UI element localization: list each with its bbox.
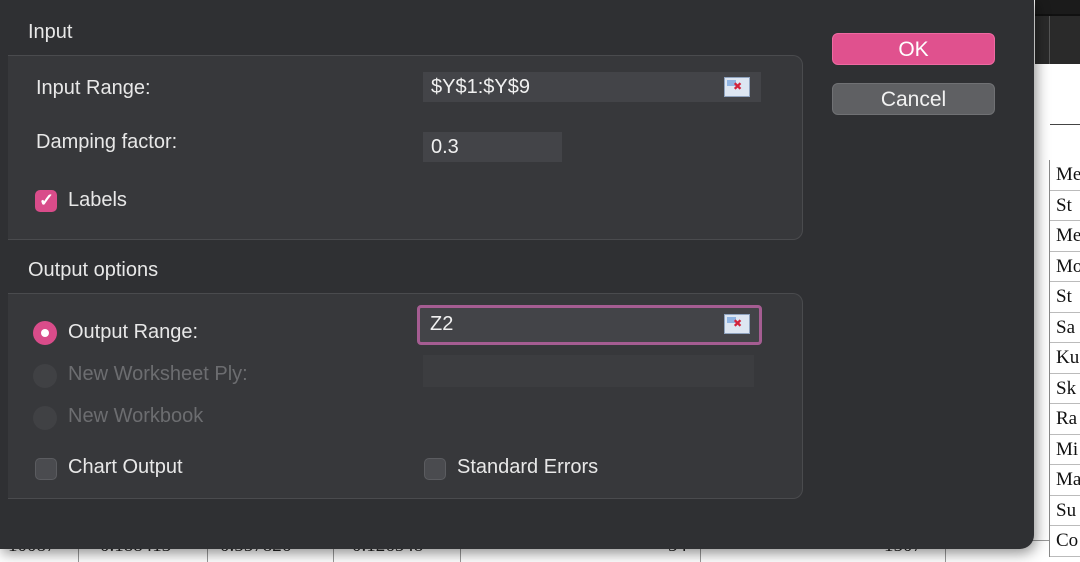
chart-output-label: Chart Output <box>68 456 183 478</box>
output-group: Output Range: Z2 New Worksheet Ply: New … <box>8 293 803 499</box>
standard-errors-label: Standard Errors <box>457 456 599 478</box>
sheet-toolbar-strip <box>1035 0 1080 14</box>
new-worksheet-radio[interactable] <box>33 364 57 388</box>
stat-cell[interactable]: Ma <box>1050 465 1080 496</box>
column-header <box>1035 14 1080 64</box>
output-range-label: Output Range: <box>68 321 199 343</box>
stat-cell[interactable]: St <box>1050 282 1080 313</box>
range-picker-icon[interactable] <box>724 314 750 334</box>
output-section-title: Output options <box>28 259 159 281</box>
stat-cell[interactable]: Me <box>1050 221 1080 252</box>
new-worksheet-label: New Worksheet Ply: <box>68 363 248 385</box>
stat-cell[interactable]: Me <box>1050 160 1080 191</box>
exponential-smoothing-dialog: Input Input Range: $Y$1:$Y$9 Damping fac… <box>0 0 1034 549</box>
stat-cell[interactable]: Ku <box>1050 343 1080 374</box>
stat-cell[interactable]: Sk <box>1050 374 1080 404</box>
damping-factor-value: 0.3 <box>431 136 459 158</box>
stat-cell[interactable]: Mi <box>1050 435 1080 465</box>
stat-cell[interactable]: Su <box>1050 496 1080 526</box>
ok-button[interactable]: OK <box>832 33 995 65</box>
stat-cell[interactable]: St <box>1050 191 1080 221</box>
input-range-value: $Y$1:$Y$9 <box>431 76 530 98</box>
new-workbook-label: New Workbook <box>68 405 204 427</box>
sheet-divider <box>1050 124 1080 125</box>
input-section-title: Input <box>28 21 73 43</box>
stat-cell[interactable]: Co <box>1050 526 1080 557</box>
range-picker-icon[interactable] <box>724 77 750 97</box>
output-range-field[interactable]: Z2 <box>417 305 762 345</box>
output-range-value: Z2 <box>430 313 454 335</box>
new-workbook-radio[interactable] <box>33 406 57 430</box>
output-range-radio[interactable] <box>33 321 57 345</box>
stat-cell[interactable]: Sa <box>1050 313 1080 343</box>
new-worksheet-field[interactable] <box>423 355 754 387</box>
stat-cell[interactable]: Mo <box>1050 252 1080 282</box>
labels-label: Labels <box>68 189 127 211</box>
cancel-button[interactable]: Cancel <box>832 83 995 115</box>
chart-output-checkbox[interactable] <box>35 458 57 480</box>
statistics-column: Me St Me Mo St Sa Ku Sk Ra Mi Ma Su Co <box>1049 160 1080 557</box>
damping-factor-label: Damping factor: <box>36 131 178 153</box>
input-range-label: Input Range: <box>36 77 151 99</box>
damping-factor-field[interactable]: 0.3 <box>423 132 562 162</box>
input-group: Input Range: $Y$1:$Y$9 Damping factor: 0… <box>8 55 803 240</box>
stat-cell[interactable]: Ra <box>1050 404 1080 435</box>
labels-checkbox[interactable] <box>35 190 57 212</box>
standard-errors-checkbox[interactable] <box>424 458 446 480</box>
input-range-field[interactable]: $Y$1:$Y$9 <box>423 72 761 102</box>
